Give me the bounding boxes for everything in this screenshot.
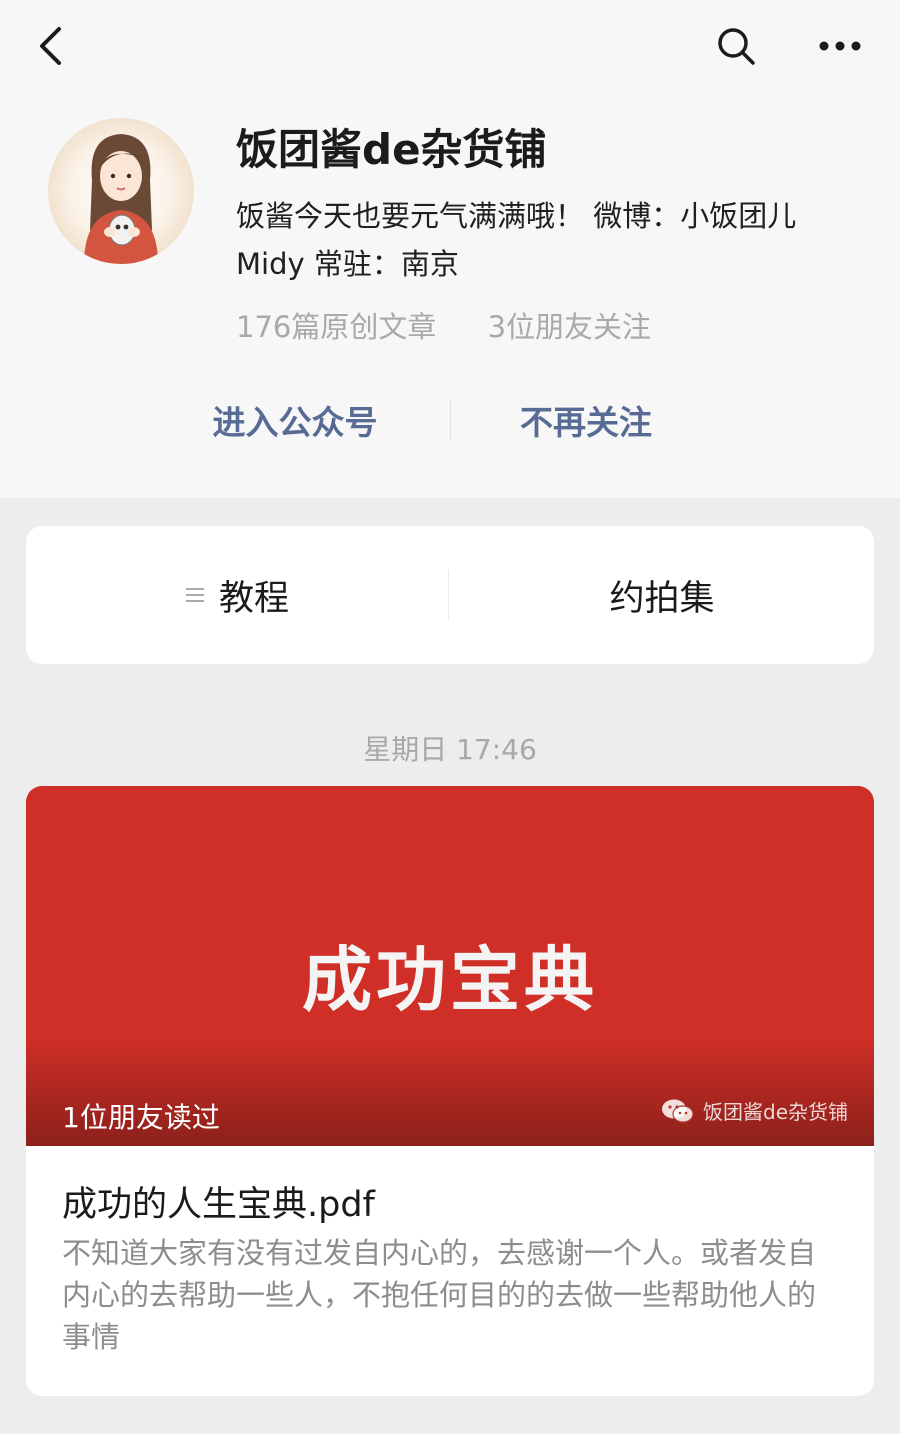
search-button[interactable] [708, 18, 764, 74]
actions-divider [450, 398, 451, 440]
avatar-illustration [48, 118, 194, 264]
menu-item-label: 约拍集 [609, 578, 715, 619]
account-bio: 饭酱今天也要元气满满哦！ 微博：小饭团儿Midy 常驻：南京 [236, 199, 797, 281]
more-dots-icon [819, 41, 861, 51]
account-menu: 教程 约拍集 [26, 526, 874, 664]
article-title[interactable]: 成功的人生宝典.pdf [62, 1176, 375, 1227]
article-description: 不知道大家有没有过发自内心的，去感谢一个人。或者发自内心的去帮助一些人，不抱任何… [62, 1236, 817, 1354]
message-timestamp: 星期日 17:46 [363, 733, 537, 766]
account-stats: 176篇原创文章 3位朋友关注 [236, 304, 651, 346]
account-header: 饭团酱de杂货铺 饭酱今天也要元气满满哦！ 微博：小饭团儿Midy 常驻：南京 … [0, 0, 900, 498]
article-card[interactable]: 成功宝典 1位朋友读过 饭团酱de杂货铺 成功的人生宝典.pdf 不知道大家有没… [26, 786, 874, 1396]
more-button[interactable] [808, 20, 872, 72]
menu-item-label: 教程 [218, 578, 289, 619]
unfollow-button[interactable]: 不再关注 [460, 390, 712, 450]
account-name: 饭团酱de杂货铺 [236, 125, 547, 174]
friends-read-label: 1位朋友读过 [62, 1101, 220, 1134]
menu-divider [448, 570, 449, 620]
cover-watermark: 饭团酱de杂货铺 [661, 1096, 848, 1125]
article-cover[interactable]: 成功宝典 1位朋友读过 饭团酱de杂货铺 [26, 786, 874, 1146]
watermark-text: 饭团酱de杂货铺 [703, 1100, 848, 1124]
search-icon [718, 28, 755, 65]
menu-item-photoshoots[interactable]: 约拍集 [450, 526, 874, 664]
articles-count: 176篇原创文章 [236, 310, 437, 344]
account-avatar[interactable] [48, 118, 194, 264]
menu-item-tutorials[interactable]: 教程 [26, 526, 448, 664]
cover-title: 成功宝典 [302, 939, 598, 1021]
friends-following[interactable]: 3位朋友关注 [488, 310, 651, 344]
wechat-icon [662, 1099, 694, 1123]
menu-lines-icon [185, 588, 204, 602]
chevron-left-icon [40, 27, 61, 65]
enter-account-button[interactable]: 进入公众号 [150, 390, 440, 450]
back-button[interactable] [28, 20, 72, 72]
